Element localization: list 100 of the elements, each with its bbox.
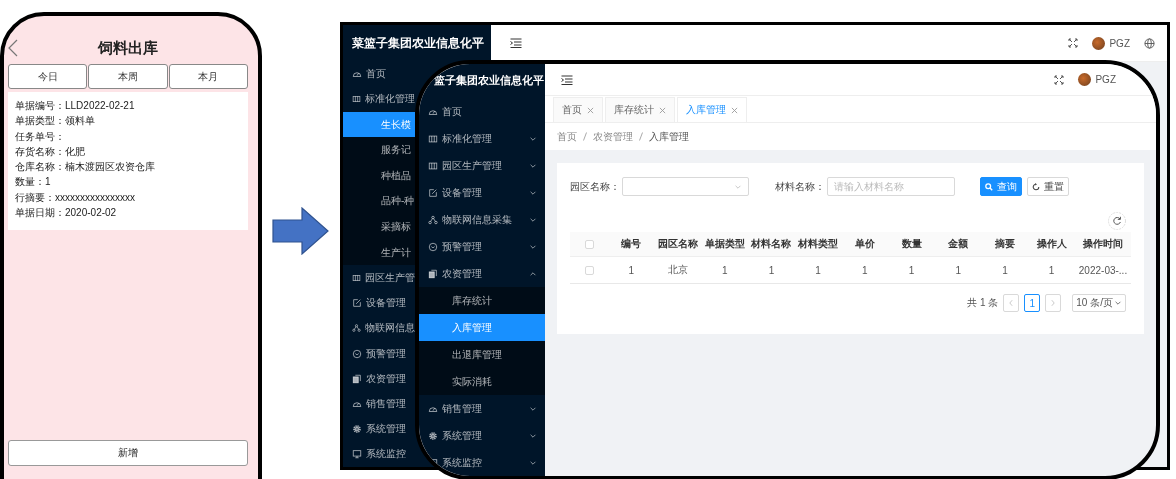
breadcrumb-item: 入库管理 (649, 129, 689, 144)
page-tab[interactable]: 首页 (553, 97, 603, 122)
field-value: xxxxxxxxxxxxxxxx (55, 190, 135, 205)
column-header: 操作时间 (1082, 237, 1124, 251)
sidebar-item[interactable]: 物联网信息 (343, 315, 415, 341)
table-cell-text: 1 (627, 264, 636, 276)
globe-icon[interactable] (1144, 37, 1155, 49)
column-header: 材料名称 (750, 237, 793, 251)
separator-icon (583, 132, 587, 141)
back-icon[interactable] (8, 39, 18, 57)
sidebar-item[interactable]: 出退库管理 (419, 341, 545, 368)
table-cell-text: 2022-03-... (1077, 264, 1129, 276)
field-label: 单据日期： (15, 206, 65, 221)
grid-icon (352, 94, 361, 105)
menu-icon[interactable] (510, 38, 522, 48)
sidebar-item[interactable]: 设备管理 (419, 179, 545, 206)
grid-icon (428, 133, 438, 144)
fullscreen-icon[interactable] (1068, 38, 1079, 48)
close-icon[interactable] (659, 106, 666, 114)
sidebar-item[interactable]: 库存统计 (419, 287, 545, 314)
period-button[interactable]: 今日 (8, 64, 88, 89)
close-icon[interactable] (587, 106, 594, 114)
column-header: 数量 (900, 237, 923, 251)
chevron-down-icon (1114, 299, 1122, 307)
breadcrumb-item[interactable]: 农资管理 (593, 129, 633, 144)
field-label: 单据编号： (15, 99, 65, 113)
field-value: 领料单 (65, 114, 95, 129)
grid-icon (428, 160, 438, 171)
grid-icon (352, 273, 361, 283)
field-value: 1 (45, 175, 51, 190)
total-count: 共 1 条 (967, 296, 999, 310)
column-header: 摘要 (993, 237, 1016, 251)
column-header: 园区名称 (657, 237, 700, 251)
page-tab[interactable]: 库存统计 (605, 97, 675, 122)
sidebar-item[interactable]: 农资管理 (419, 260, 545, 287)
column-header: 操作人 (1035, 237, 1068, 251)
documents-icon (352, 373, 362, 384)
period-button[interactable]: 本周 (88, 64, 168, 89)
close-icon[interactable] (731, 106, 738, 114)
breadcrumb-item[interactable]: 首页 (557, 129, 577, 144)
sidebar-item[interactable]: 销售管理 (343, 391, 415, 417)
table-cell-text: 1 (767, 264, 776, 276)
sidebar-item[interactable]: 农资管理 (343, 366, 415, 392)
column-header: 单据类型 (703, 237, 746, 251)
field-label: 数量： (15, 175, 45, 190)
next-page-button[interactable] (1045, 294, 1062, 312)
user-name[interactable]: PGZ (1095, 74, 1116, 85)
select-field[interactable] (622, 177, 749, 196)
user-name[interactable]: PGZ (1109, 37, 1130, 49)
sidebar-item[interactable]: 生产计 (343, 239, 415, 266)
sidebar-item[interactable]: 标准化管理 (419, 125, 545, 152)
sidebar-item[interactable]: 系统管理 (343, 416, 415, 442)
page-title: 饲料出库 (96, 38, 159, 58)
sidebar-item[interactable]: 物联网信息采集 (419, 206, 545, 233)
add-button[interactable]: 新增 (8, 440, 248, 466)
gauge-icon (352, 399, 362, 409)
sidebar-item[interactable]: 销售管理 (419, 395, 545, 422)
menu-icon[interactable] (561, 74, 573, 85)
table-cell-text: 1 (907, 264, 916, 276)
table-cell-text: 1 (1047, 264, 1056, 276)
previous-page-button[interactable] (1003, 294, 1020, 312)
period-button[interactable]: 本月 (168, 64, 248, 89)
sidebar-item[interactable]: 预警管理 (419, 233, 545, 260)
separator-icon (639, 132, 643, 141)
table-cell-text: 1 (954, 264, 962, 276)
sidebar-item[interactable]: 设备管理 (343, 290, 415, 316)
checkbox[interactable] (584, 265, 594, 275)
fullscreen-icon[interactable] (1054, 74, 1065, 85)
sidebar-item[interactable]: 品种-种 (343, 188, 415, 215)
chevron-right-icon (1050, 299, 1057, 307)
refresh-icon[interactable] (1108, 212, 1126, 230)
page-size-select[interactable]: 10 条/页 (1072, 294, 1126, 312)
avatar (1092, 36, 1106, 50)
input-field[interactable]: 请输入材料名称 (827, 177, 955, 196)
field-label: 园区名称： (570, 179, 620, 194)
sidebar-item[interactable]: 系统监控 (343, 441, 415, 467)
sidebar-item[interactable]: 园区生产管理 (419, 152, 545, 179)
field-label: 任务单号： (15, 129, 65, 144)
sidebar-item[interactable]: 首页 (419, 98, 545, 125)
sidebar-item[interactable]: 标准化管理 (343, 86, 415, 112)
checkbox[interactable] (584, 239, 594, 249)
sidebar-item[interactable]: 首页 (343, 61, 415, 87)
column-header: 单价 (853, 237, 876, 251)
gauge-icon (352, 69, 362, 80)
field-value: 楠木渡园区农资仓库 (65, 160, 155, 175)
sidebar-item[interactable]: 预警管理 (343, 341, 415, 367)
sidebar-item[interactable]: 服务记 (343, 137, 415, 164)
sidebar-item[interactable]: 采摘标 (343, 214, 415, 240)
sidebar-item[interactable]: 园区生产管 (343, 265, 415, 291)
sidebar-item[interactable]: 实际消耗 (419, 368, 545, 395)
table-cell-text: 北京 (667, 263, 690, 277)
gear-icon (428, 430, 438, 441)
table-cell-text: 1 (1001, 264, 1009, 276)
nodes-icon (428, 214, 438, 225)
sidebar-item[interactable]: 系统监控 (419, 449, 545, 476)
monitor-icon (352, 449, 362, 460)
sidebar-item[interactable]: 种植品 (343, 163, 415, 189)
sidebar-item[interactable]: 系统管理 (419, 422, 545, 449)
edit-icon (428, 187, 438, 198)
reset-button[interactable]: 重置 (1027, 177, 1069, 196)
